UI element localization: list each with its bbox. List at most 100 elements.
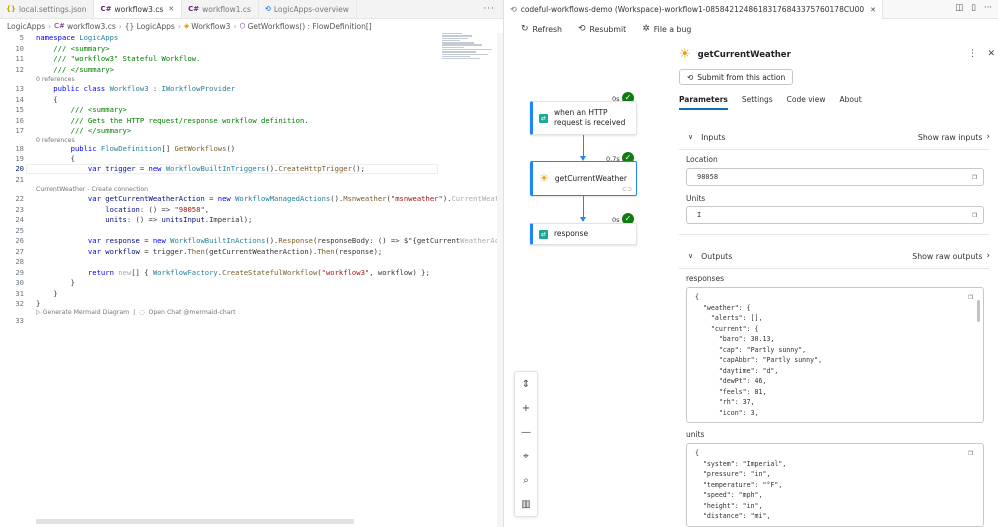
tab-workflow1[interactable]: C# workflow1.cs <box>182 0 259 18</box>
units-field[interactable]: I ❐ <box>686 206 984 224</box>
code-line: var trigger = new WorkflowBuiltInTrigger… <box>36 164 365 173</box>
node-label: getCurrentWeather <box>554 173 627 183</box>
breadcrumb-item[interactable]: GetWorkflows() : FlowDefinition[] <box>248 22 372 31</box>
chevron-right-icon: › <box>233 21 237 31</box>
zoom-out-icon[interactable]: — <box>521 420 531 444</box>
code-line: { <box>36 94 58 104</box>
copy-icon[interactable]: ❐ <box>972 210 977 219</box>
more-icon[interactable]: ··· <box>984 3 992 13</box>
code-line: namespace LogicApps <box>36 33 119 42</box>
responses-output[interactable]: { "weather": { "alerts": [], "current": … <box>686 287 984 423</box>
minimap[interactable] <box>442 33 497 69</box>
split-editor-icon[interactable]: ◫ <box>955 3 963 13</box>
line-number: 29 <box>15 267 24 277</box>
map-icon[interactable]: ▥ <box>521 492 530 516</box>
chevron-down-icon: ∨ <box>688 252 694 260</box>
tab-label: codeful-workflows-demo (Workspace)-workf… <box>520 5 865 14</box>
outputs-label: Outputs <box>701 251 733 261</box>
tab-workflow-run[interactable]: ⟲ codeful-workflows-demo (Workspace)-wor… <box>504 0 883 19</box>
node-http-trigger[interactable]: ⇄ when an HTTP request is received <box>530 101 637 135</box>
units-output[interactable]: { "system": "Imperial", "pressure": "in"… <box>686 443 984 527</box>
center-icon[interactable]: ⌖ <box>523 444 529 468</box>
sun-icon: ☀ <box>539 172 549 185</box>
code-line: /// <summary> <box>36 105 127 114</box>
json-file-icon: {} <box>6 5 16 13</box>
breadcrumb-item[interactable]: workflow3.cs <box>67 22 116 31</box>
line-number: 24 <box>15 215 24 224</box>
show-raw-inputs-link[interactable]: Show raw inputs › <box>918 132 990 142</box>
designer-toolbar: ↻ Refresh ⟲ Resubmit ✲ File a bug <box>504 19 691 39</box>
response-icon: ⇄ <box>539 229 548 239</box>
copy-icon[interactable]: ❐ <box>972 172 977 181</box>
resubmit-icon: ⟲ <box>687 72 694 82</box>
chevron-down-icon: ∨ <box>688 133 694 141</box>
editor-actions: ◫ ▯ ··· <box>955 3 992 13</box>
more-icon[interactable]: ··· <box>483 4 495 14</box>
workflow-designer: ⟲ codeful-workflows-demo (Workspace)-wor… <box>503 0 998 527</box>
chevron-right-icon: › <box>177 21 181 31</box>
workflow-canvas[interactable]: 0s ✓ ⇄ when an HTTP request is received … <box>504 39 676 527</box>
code-lens-references[interactable]: 0 references <box>36 75 75 84</box>
breadcrumb-item[interactable]: LogicApps <box>7 22 45 31</box>
tab-settings[interactable]: Settings <box>742 95 773 110</box>
breadcrumb-item[interactable]: Workflow3 <box>191 22 230 31</box>
line-number: 25 <box>15 225 24 235</box>
tab-workflow3[interactable]: C# workflow3.cs ✕ <box>94 0 183 18</box>
show-raw-outputs-label: Show raw outputs <box>912 251 983 261</box>
connector-line <box>583 196 584 218</box>
close-icon[interactable]: ✕ <box>870 6 876 14</box>
tab-code-view[interactable]: Code view <box>787 95 826 110</box>
refresh-icon: ↻ <box>521 24 529 34</box>
tab-local-settings[interactable]: {} local.settings.json <box>0 0 95 18</box>
code-line: public class Workflow3 : IWorkflowProvid… <box>36 84 236 93</box>
line-number: 13 <box>15 84 24 93</box>
line-number: 33 <box>15 316 24 325</box>
tab-parameters[interactable]: Parameters <box>679 95 728 110</box>
tab-label: LogicApps-overview <box>273 4 349 14</box>
code-lens-connection[interactable]: CurrentWeather - Create connection <box>36 185 148 194</box>
fit-view-icon[interactable]: ⇕ <box>522 372 530 396</box>
code-line: } <box>36 278 75 287</box>
node-response[interactable]: ⇄ response <box>530 223 637 245</box>
code-line: public FlowDefinition[] GetWorkflows() <box>36 144 236 153</box>
divider <box>679 234 989 235</box>
outputs-section-header[interactable]: ∨ Outputs Show raw outputs › <box>688 251 990 261</box>
breadcrumb: LogicApps › C# workflow3.cs › {} LogicAp… <box>0 19 503 33</box>
panel-scrollbar[interactable] <box>991 39 998 527</box>
line-number: 22 <box>15 194 24 203</box>
copy-icon[interactable]: ❐ <box>968 292 973 301</box>
location-value: 98058 <box>697 173 719 181</box>
horizontal-scrollbar[interactable] <box>36 519 354 524</box>
code-line: return new[] { WorkflowFactory.CreateSta… <box>36 267 430 277</box>
units-value: I <box>697 211 702 219</box>
line-number: 5 <box>19 33 24 42</box>
more-vertical-icon[interactable]: ⋮ <box>968 49 977 59</box>
line-number: 15 <box>15 105 24 114</box>
submit-from-action-button[interactable]: ⟲ Submit from this action <box>679 69 794 85</box>
breadcrumb-item[interactable]: {} LogicApps <box>125 22 175 31</box>
code-line: /// Gets the HTTP request/response workf… <box>36 115 309 125</box>
line-number: 14 <box>15 94 24 104</box>
node-get-current-weather[interactable]: ☀ getCurrentWeather ⊂⊃ <box>530 161 637 196</box>
logicapps-icon: ⟲ <box>264 5 271 13</box>
file-bug-button[interactable]: ✲ File a bug <box>642 24 691 34</box>
units-json: { "system": "Imperial", "pressure": "in"… <box>695 449 787 520</box>
inputs-section-header[interactable]: ∨ Inputs Show raw inputs › <box>688 132 990 142</box>
code-lens-mermaid[interactable]: ▷ Generate Mermaid Diagram | ◌ Open Chat… <box>36 308 236 317</box>
show-raw-outputs-link[interactable]: Show raw outputs › <box>912 251 990 261</box>
scrollbar[interactable] <box>977 300 980 322</box>
location-field[interactable]: 98058 ❐ <box>686 168 984 186</box>
tab-logicapps-overview[interactable]: ⟲ LogicApps-overview <box>259 0 357 18</box>
layout-icon[interactable]: ▯ <box>971 3 976 13</box>
code-line: } <box>36 288 58 298</box>
resubmit-button[interactable]: ⟲ Resubmit <box>578 24 626 34</box>
search-icon[interactable]: ⌕ <box>523 468 529 492</box>
close-icon[interactable]: ✕ <box>168 5 174 13</box>
code-line: var workflow = trigger.Then(getCurrentWe… <box>36 246 383 256</box>
tab-about[interactable]: About <box>839 95 861 110</box>
code-line: var getCurrentWeatherAction = new Workfl… <box>36 194 503 203</box>
zoom-in-icon[interactable]: + <box>522 396 530 420</box>
copy-icon[interactable]: ❐ <box>968 448 973 457</box>
chevron-right-icon: › <box>986 251 990 261</box>
refresh-button[interactable]: ↻ Refresh <box>521 24 562 34</box>
